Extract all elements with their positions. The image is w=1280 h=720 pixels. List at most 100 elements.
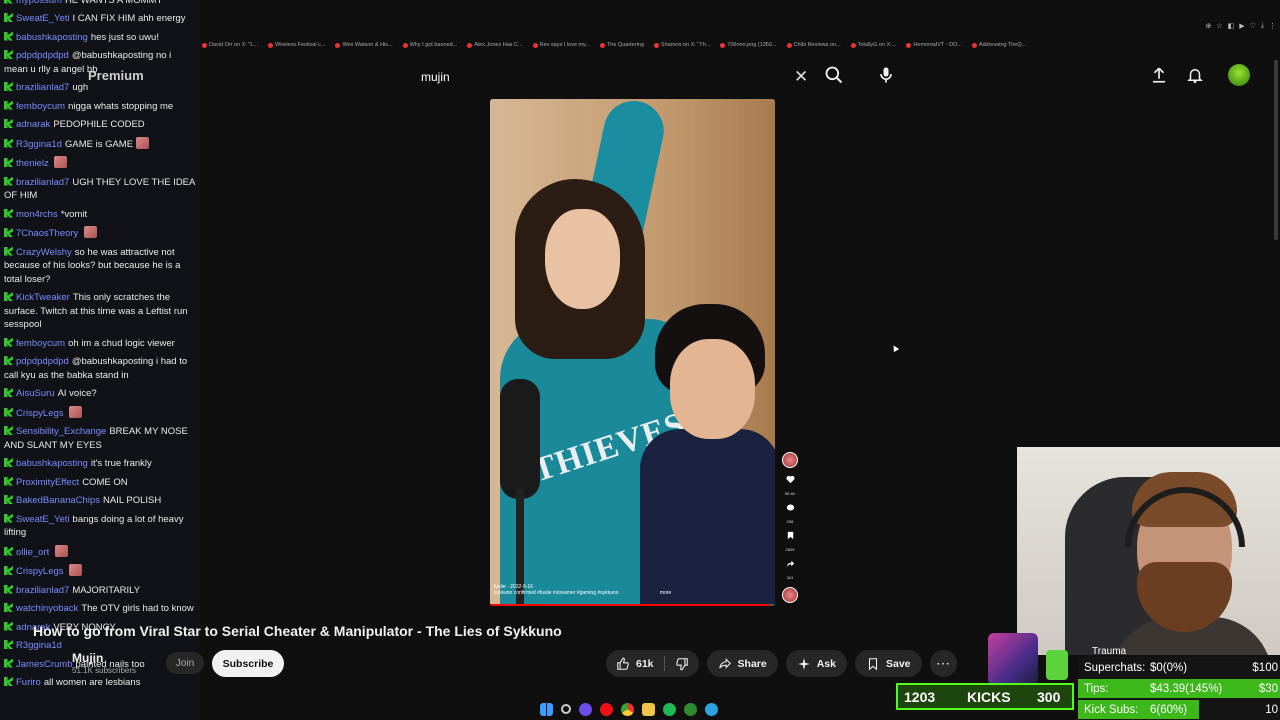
chat-username[interactable]: BakedBananaChips	[16, 495, 100, 506]
comment-icon[interactable]	[786, 503, 795, 512]
bookmark-item[interactable]: Rev says I love my...	[532, 38, 590, 52]
like-dislike-group: 61k	[606, 650, 699, 677]
folder-icon[interactable]	[642, 702, 655, 716]
telegram-icon[interactable]	[705, 702, 718, 716]
bookmark-item[interactable]: Why I got banned...	[402, 38, 457, 52]
ask-button[interactable]: Ask	[785, 650, 847, 677]
dislike-button[interactable]	[665, 650, 699, 677]
more-options-icon[interactable]: ⋯	[929, 650, 957, 677]
chat-username[interactable]: pdpdpdpdpd	[16, 50, 69, 61]
chat-username[interactable]: brazilianlad7	[16, 177, 69, 188]
chat-username[interactable]: adnarak	[16, 119, 50, 130]
play-icon[interactable]: ▶	[1239, 22, 1244, 30]
extension-icon[interactable]: ◧	[1228, 22, 1235, 30]
save-bookmark-icon	[868, 657, 878, 670]
join-button[interactable]: Join	[166, 652, 204, 674]
side-stat-likes: 95.4K	[784, 491, 796, 496]
bookmark-icon[interactable]	[786, 531, 795, 540]
video-subject-face	[545, 209, 620, 309]
create-upload-icon[interactable]	[1150, 66, 1168, 84]
kick-badge-icon	[4, 407, 13, 417]
chat-username[interactable]: KickTweaker	[16, 292, 70, 303]
chat-username[interactable]: watchinyoback	[16, 603, 78, 614]
goal-value: 6(60%)	[1150, 703, 1188, 716]
chat-username[interactable]: ProximityEffect	[16, 477, 79, 488]
clear-search-icon[interactable]: ✕	[794, 67, 808, 87]
bookmark-item[interactable]: The Quartering	[599, 38, 644, 52]
save-button[interactable]: Save	[854, 650, 922, 677]
chat-username[interactable]: thenielz	[16, 158, 49, 169]
bookmark-label: Chibi Reviews on...	[793, 42, 841, 48]
chat-username[interactable]: CrispyLegs	[16, 408, 64, 419]
chat-username[interactable]: babushkaposting	[16, 32, 88, 43]
spotify-icon[interactable]	[663, 702, 676, 716]
chat-username[interactable]: brazilianlad7	[16, 585, 69, 596]
like-button[interactable]: 61k	[606, 650, 664, 677]
chat-username[interactable]: babushkaposting	[16, 458, 88, 469]
bookmark-item[interactable]: Wireless Festival c...	[268, 38, 325, 52]
chat-message: pdpdpdpdpd @babushkaposting i had to call…	[4, 353, 196, 385]
chat-text: NAIL POLISH	[102, 495, 162, 506]
heart-icon[interactable]: ♡	[1250, 22, 1256, 30]
chat-username[interactable]: CrispyLegs	[16, 566, 64, 577]
menu-icon[interactable]: ⋮	[1269, 22, 1276, 30]
chat-username[interactable]: SweatE_Yeti	[16, 514, 70, 525]
kick-badge-icon	[4, 119, 13, 128]
microphone-icon[interactable]	[876, 65, 896, 85]
search-taskbar-icon[interactable]	[561, 704, 571, 714]
video-player[interactable]: THIEVES fuslie · 2022-9-16 sykkuno confi…	[490, 99, 775, 606]
share-arrow-icon[interactable]	[786, 559, 795, 568]
account-avatar[interactable]	[1228, 64, 1250, 86]
chat-username[interactable]: mypossum	[16, 0, 62, 6]
chat-username[interactable]: mon4rchs	[16, 209, 58, 220]
chat-username[interactable]: Furiro	[16, 677, 41, 688]
chrome-icon[interactable]	[621, 702, 634, 716]
subscribe-button[interactable]: Subscribe	[212, 650, 284, 677]
chat-username[interactable]: AisuSuru	[16, 388, 55, 399]
page-scrollbar[interactable]	[1274, 60, 1278, 240]
windows-start-icon[interactable]	[540, 702, 553, 716]
opera-icon[interactable]	[600, 702, 613, 716]
bookmark-item[interactable]: Chibi Reviews on...	[786, 38, 841, 52]
bookmark-item[interactable]: David Orr on X: "L...	[202, 38, 258, 52]
bookmark-item[interactable]: HemomaIVT - DO...	[906, 38, 962, 52]
search-icon[interactable]	[824, 65, 844, 85]
zoom-icon[interactable]: ⊕	[1205, 22, 1211, 30]
youtube-premium-logo[interactable]: Premium	[88, 68, 144, 83]
xbox-icon[interactable]	[684, 702, 697, 716]
like-heart-icon[interactable]	[785, 475, 795, 484]
chat-username[interactable]: brazilianlad7	[16, 82, 69, 93]
bookmark-item[interactable]: TotallyG on X:...	[850, 38, 896, 52]
chat-username[interactable]: ollie_ort	[16, 547, 49, 558]
obs-icon[interactable]	[579, 702, 592, 716]
bookmark-item[interactable]: Shamoo on X: "Th...	[653, 38, 710, 52]
bookmark-star-icon[interactable]: ☆	[1216, 22, 1222, 30]
emote-icon	[54, 544, 68, 557]
bookmark-item[interactable]: 706nnn.png (1350...	[720, 38, 777, 52]
chat-username[interactable]: R3ggina1d	[16, 139, 62, 150]
chat-username[interactable]: JamesCrumb	[16, 659, 73, 670]
search-input[interactable]: mujin	[421, 70, 450, 84]
video-progress-bar[interactable]	[490, 604, 775, 606]
channel-name[interactable]: Mujin	[72, 651, 103, 665]
notifications-bell-icon[interactable]	[1186, 66, 1204, 84]
streamer-webcam	[1017, 447, 1280, 655]
bookmark-item[interactable]: Alex Jones Has C...	[467, 38, 523, 52]
sound-avatar[interactable]	[782, 587, 798, 603]
search-box[interactable]: mujin ✕	[410, 62, 810, 92]
share-button[interactable]: Share	[706, 650, 778, 677]
chat-username[interactable]: pdpdpdpdpd	[16, 356, 69, 367]
chat-username[interactable]: Sensibility_Exchange	[16, 426, 106, 437]
chat-username[interactable]: R3ggina1d	[16, 640, 62, 651]
caption-more[interactable]: more	[660, 590, 671, 596]
video-title: How to go from Viral Star to Serial Chea…	[33, 623, 562, 639]
download-icon[interactable]: ⤓	[1261, 22, 1264, 30]
chat-username[interactable]: CrazyWelshy	[16, 247, 72, 258]
chat-username[interactable]: SweatE_Yeti	[16, 13, 70, 24]
chat-username[interactable]: femboycum	[16, 101, 65, 112]
chat-username[interactable]: 7ChaosTheory	[16, 228, 78, 239]
chat-username[interactable]: femboycum	[16, 338, 65, 349]
creator-avatar[interactable]	[782, 452, 798, 468]
bookmark-item[interactable]: Wes Watson & His...	[335, 38, 393, 52]
bookmark-item[interactable]: Addressing TheQ...	[971, 38, 1026, 52]
